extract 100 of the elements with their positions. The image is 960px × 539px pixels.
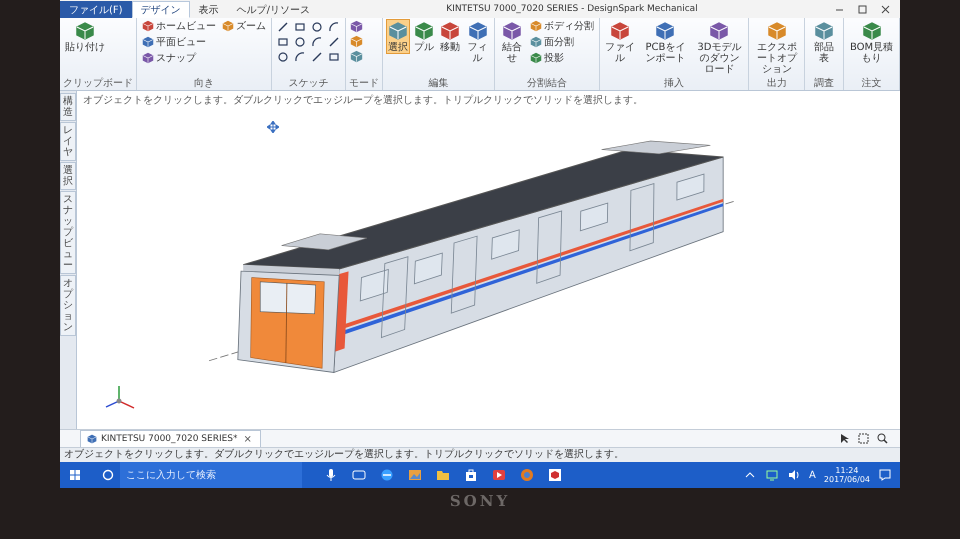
microphone-icon[interactable] <box>324 468 338 482</box>
cube-app-icon[interactable] <box>548 468 562 482</box>
cube-icon <box>709 21 730 41</box>
windows-logo-icon[interactable] <box>68 468 82 482</box>
group-label: モード <box>349 78 379 90</box>
ribbon-tab[interactable]: ファイル(F) <box>60 0 132 18</box>
cube-icon[interactable] <box>350 20 363 33</box>
ribbon-button[interactable]: 面分割 <box>528 35 596 49</box>
cube-icon <box>142 52 154 64</box>
clock-date: 2017/06/04 <box>824 475 870 484</box>
ribbon-button[interactable]: PCBをインポート <box>639 19 692 65</box>
window-title: KINTETSU 7000_7020 SERIES - DesignSpark Mechanical <box>445 4 699 14</box>
rectangle-icon[interactable] <box>328 51 340 63</box>
ribbon-button[interactable]: 部品表 <box>808 19 840 65</box>
notification-icon[interactable] <box>878 468 892 482</box>
cube-icon <box>75 21 95 41</box>
side-panel-tab[interactable]: レイヤ <box>60 122 76 161</box>
task-view-icon[interactable] <box>352 468 366 482</box>
side-panel-tab[interactable]: 選択 <box>60 162 76 190</box>
cube-icon[interactable] <box>350 35 363 48</box>
ribbon-button[interactable]: ボディ分割 <box>528 19 596 33</box>
cube-icon <box>502 21 522 41</box>
line-icon[interactable] <box>311 51 323 63</box>
cube-icon <box>530 20 542 32</box>
cube-icon <box>222 20 234 32</box>
circle-icon[interactable] <box>294 36 306 48</box>
group-label: スケッチ <box>288 78 330 90</box>
document-tab-label: KINTETSU 7000_7020 SERIES* <box>101 434 238 444</box>
zoom-icon[interactable] <box>877 433 888 444</box>
hint-text: オブジェクトをクリックします。ダブルクリックでエッジループを選択します。トリプルクリックでソリッドを選択します。 <box>82 94 644 108</box>
circle-icon[interactable] <box>311 21 323 33</box>
select-box-icon[interactable] <box>858 433 869 444</box>
input-mode-indicator[interactable]: A <box>809 470 816 480</box>
close-icon[interactable] <box>881 4 890 14</box>
cube-icon <box>142 20 154 32</box>
speaker-icon[interactable] <box>787 468 802 482</box>
cube-icon[interactable] <box>350 50 363 63</box>
ribbon-button[interactable]: ホームビュー <box>140 19 218 33</box>
group-label: 出力 <box>766 78 788 90</box>
ribbon-button[interactable]: 平面ビュー <box>140 35 218 49</box>
line-icon[interactable] <box>328 36 340 48</box>
ribbon-tab[interactable]: 表示 <box>190 0 228 18</box>
ribbon-button[interactable]: 3Dモデルのダウンロード <box>693 19 746 76</box>
group-label: 編集 <box>428 78 450 90</box>
brand-logo: SONY <box>450 492 510 510</box>
ribbon-button[interactable]: BOM見積もり <box>847 19 896 65</box>
ribbon-button[interactable]: スナップ <box>140 51 218 65</box>
ribbon-button[interactable]: 結合せ <box>498 19 526 65</box>
cube-icon <box>440 21 460 41</box>
maximize-icon[interactable] <box>858 4 867 14</box>
rectangle-icon[interactable] <box>277 36 289 48</box>
media-player-icon[interactable] <box>492 468 506 482</box>
cube-icon <box>388 21 408 41</box>
status-text: オブジェクトをクリックします。ダブルクリックでエッジループを選択します。トリプルクリックでソリッドを選択します。 <box>64 449 624 460</box>
ribbon-button[interactable]: エクスポートオプション <box>752 19 802 76</box>
cube-icon <box>610 21 630 41</box>
ribbon-tab[interactable]: デザイン <box>132 0 190 18</box>
ribbon-button[interactable]: フィル <box>464 19 492 65</box>
group-label: 向き <box>193 78 215 90</box>
ribbon-button[interactable]: 貼り付け <box>63 19 107 54</box>
side-panel-tab[interactable]: スナップビュー <box>60 191 76 274</box>
arc-icon[interactable] <box>328 21 340 33</box>
group-label: 分割結合 <box>526 78 568 90</box>
cube-icon <box>142 36 154 48</box>
move-cursor-icon <box>267 121 279 133</box>
cursor-icon[interactable] <box>840 433 850 444</box>
clock-time: 11:24 <box>835 466 858 475</box>
cube-icon <box>87 434 97 444</box>
group-label: 注文 <box>860 78 883 90</box>
network-icon[interactable] <box>765 468 780 482</box>
cube-icon <box>530 52 542 64</box>
cube-icon <box>414 21 434 41</box>
tab-close-button[interactable]: × <box>242 434 254 444</box>
cube-icon <box>530 36 542 48</box>
circle-icon[interactable] <box>277 51 289 63</box>
search-field[interactable]: ここに入力して検索 <box>120 462 302 488</box>
line-icon[interactable] <box>277 21 289 33</box>
side-panel-tab[interactable]: 構造 <box>60 93 76 121</box>
photos-icon[interactable] <box>408 468 422 482</box>
group-label: 挿入 <box>663 78 686 90</box>
document-tab[interactable]: KINTETSU 7000_7020 SERIES* × <box>80 430 261 447</box>
ribbon-button[interactable]: 選択 <box>386 19 410 54</box>
ribbon-tab[interactable]: ヘルプ/リソース <box>228 0 319 18</box>
ribbon-button[interactable]: 移動 <box>438 19 462 54</box>
cube-icon <box>814 21 834 41</box>
store-bag-icon[interactable] <box>464 468 478 482</box>
cube-icon <box>862 21 882 41</box>
search-ring-icon <box>102 469 114 481</box>
ribbon-button[interactable]: ファイル <box>602 19 638 65</box>
cube-icon <box>766 21 787 41</box>
ribbon-button[interactable]: プル <box>412 19 436 54</box>
folder-icon[interactable] <box>436 468 450 482</box>
group-label: クリップボード <box>63 78 133 90</box>
arc-icon[interactable] <box>294 51 306 63</box>
cube-icon <box>468 21 488 41</box>
side-panel-tab[interactable]: オプション <box>60 275 76 336</box>
rectangle-icon[interactable] <box>294 21 306 33</box>
arc-icon[interactable] <box>311 36 323 48</box>
ribbon-button[interactable]: ズーム <box>220 19 268 33</box>
ribbon-button[interactable]: 投影 <box>528 51 596 65</box>
